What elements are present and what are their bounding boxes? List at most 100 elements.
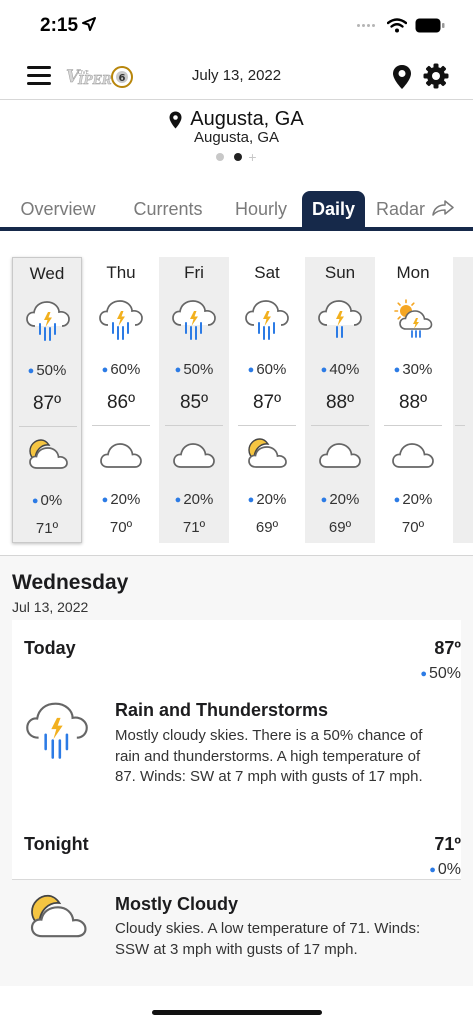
location-pager[interactable]: + bbox=[0, 150, 473, 164]
day-column-mon[interactable]: Mon ● 30% 88º ● 20% 70º bbox=[378, 257, 448, 543]
period-description: Cloudy skies. A low temperature of 71. W… bbox=[115, 920, 421, 958]
period-tonight: Tonight 71º ● 0% Mostly Cloudy Cloudy ski… bbox=[12, 816, 461, 986]
location-pin-icon[interactable] bbox=[392, 64, 412, 90]
night-precip: ● 20% bbox=[247, 491, 287, 508]
day-column-fri[interactable]: Fri ● 50% 85º ● 20% 71º bbox=[159, 257, 229, 543]
day-precip: ● 50% bbox=[174, 361, 214, 378]
thunderstorm-icon bbox=[318, 300, 362, 338]
day-name: Sun bbox=[324, 263, 356, 282]
location-pin-icon bbox=[169, 111, 182, 128]
app-header: V LIVE IPER 6 July 13, 2022 bbox=[0, 54, 473, 100]
pager-dot-active[interactable] bbox=[234, 153, 243, 161]
location-subtitle: Augusta, GA bbox=[193, 129, 280, 146]
cloudy-icon bbox=[173, 443, 215, 468]
low-temp: 70º bbox=[401, 519, 425, 536]
divider bbox=[92, 425, 150, 426]
status-time: 2:15 bbox=[40, 15, 79, 36]
night-precip: ● 20% bbox=[101, 491, 141, 508]
raindrop-icon: ● bbox=[320, 364, 328, 376]
cloudy-icon bbox=[100, 443, 142, 468]
night-precip: ● 20% bbox=[393, 491, 433, 508]
tab-currents[interactable]: Currents bbox=[120, 191, 216, 227]
home-indicator[interactable] bbox=[152, 1010, 322, 1015]
low-temp: 69º bbox=[328, 519, 352, 536]
high-temp: 86º bbox=[106, 392, 136, 413]
period-label: Today bbox=[24, 638, 76, 658]
high-temp: 85º bbox=[179, 392, 209, 413]
raindrop-icon: ● bbox=[101, 364, 109, 376]
day-column-sun[interactable]: Sun ● 40% 88º ● 20% 69º bbox=[305, 257, 375, 543]
high-temp: 88º bbox=[325, 392, 355, 413]
raindrop-icon: ● bbox=[174, 494, 182, 506]
day-name: Sat bbox=[254, 263, 280, 282]
detail-day-name: Wednesday bbox=[12, 571, 129, 594]
period-precip: ● 0% bbox=[429, 861, 461, 878]
day-name: Thu bbox=[106, 263, 136, 282]
raindrop-icon: ● bbox=[393, 364, 401, 376]
period-temp: 87º bbox=[434, 638, 461, 658]
raindrop-icon: ● bbox=[247, 494, 255, 506]
divider bbox=[384, 425, 442, 426]
day-precip: ● 60% bbox=[247, 361, 287, 378]
detail-date: Jul 13, 2022 bbox=[12, 599, 89, 615]
raindrop-icon: ● bbox=[101, 494, 109, 506]
raindrop-icon: ● bbox=[27, 365, 35, 377]
day-name: Mon bbox=[396, 263, 430, 282]
raindrop-icon: ● bbox=[247, 364, 255, 376]
day-column-partial[interactable] bbox=[453, 257, 473, 543]
night-precip: ● 20% bbox=[320, 491, 360, 508]
tab-radar-label: Radar bbox=[376, 199, 426, 219]
raindrop-icon: ● bbox=[174, 364, 182, 376]
add-location-icon[interactable]: + bbox=[248, 150, 256, 164]
day-column-wed[interactable]: Wed ● 50% 87º ● 0% 71º bbox=[12, 257, 82, 543]
divider bbox=[19, 426, 77, 427]
gear-icon[interactable] bbox=[423, 63, 449, 89]
cloudy-icon bbox=[392, 443, 434, 468]
day-name: Wed bbox=[29, 264, 65, 283]
tab-radar[interactable]: Radar bbox=[376, 191, 466, 227]
tab-overview[interactable]: Overview bbox=[6, 191, 110, 227]
day-column-thu[interactable]: Thu ● 60% 86º ● 20% 70º bbox=[86, 257, 156, 543]
divider bbox=[455, 425, 465, 426]
raindrop-icon: ● bbox=[320, 494, 328, 506]
raindrop-icon: ● bbox=[31, 495, 39, 507]
status-bar: 2:15 bbox=[0, 0, 473, 54]
thunderstorm-icon bbox=[99, 300, 143, 340]
divider bbox=[165, 425, 223, 426]
pager-dot[interactable] bbox=[216, 153, 225, 161]
status-indicators bbox=[357, 18, 445, 33]
day-precip: ● 60% bbox=[101, 361, 141, 378]
divider bbox=[238, 425, 296, 426]
cloudy-icon bbox=[319, 443, 361, 468]
share-arrow-icon bbox=[432, 200, 454, 216]
day-precip: ● 40% bbox=[320, 361, 360, 378]
tab-hourly[interactable]: Hourly bbox=[226, 191, 296, 227]
signal-dots-icon bbox=[357, 24, 375, 27]
day-precip: ● 50% bbox=[27, 362, 67, 379]
raindrop-icon: ● bbox=[420, 668, 427, 680]
partly-sunny-showers-icon bbox=[394, 299, 433, 338]
period-temp: 71º bbox=[434, 834, 461, 854]
period-condition: Rain and Thunderstorms bbox=[115, 700, 329, 720]
thunderstorm-icon bbox=[245, 300, 289, 340]
period-condition: Mostly Cloudy bbox=[115, 894, 239, 914]
daily-forecast-strip: Wed ● 50% 87º ● 0% 71º Thu ● 60% 86º ● 2… bbox=[12, 255, 473, 545]
low-temp: 71º bbox=[182, 519, 206, 536]
tab-daily[interactable]: Daily bbox=[302, 191, 365, 227]
period-label: Tonight bbox=[24, 834, 89, 854]
high-temp: 87º bbox=[252, 392, 282, 413]
raindrop-icon: ● bbox=[429, 864, 436, 876]
partly-cloudy-night-icon bbox=[248, 438, 287, 468]
day-column-sat[interactable]: Sat ● 60% 87º ● 20% 69º bbox=[232, 257, 302, 543]
night-precip: ● 0% bbox=[31, 492, 63, 509]
day-precip: ● 30% bbox=[393, 361, 433, 378]
raindrop-icon: ● bbox=[393, 494, 401, 506]
night-precip: ● 20% bbox=[174, 491, 214, 508]
thunderstorm-icon bbox=[172, 300, 216, 340]
partly-cloudy-night-icon bbox=[29, 439, 68, 469]
divider bbox=[311, 425, 369, 426]
location-title-row[interactable]: Augusta, GA bbox=[0, 108, 473, 131]
low-temp: 69º bbox=[255, 519, 279, 536]
period-precip: ● 50% bbox=[420, 665, 461, 682]
period-description: Mostly cloudy skies. There is a 50% chan… bbox=[115, 727, 423, 785]
